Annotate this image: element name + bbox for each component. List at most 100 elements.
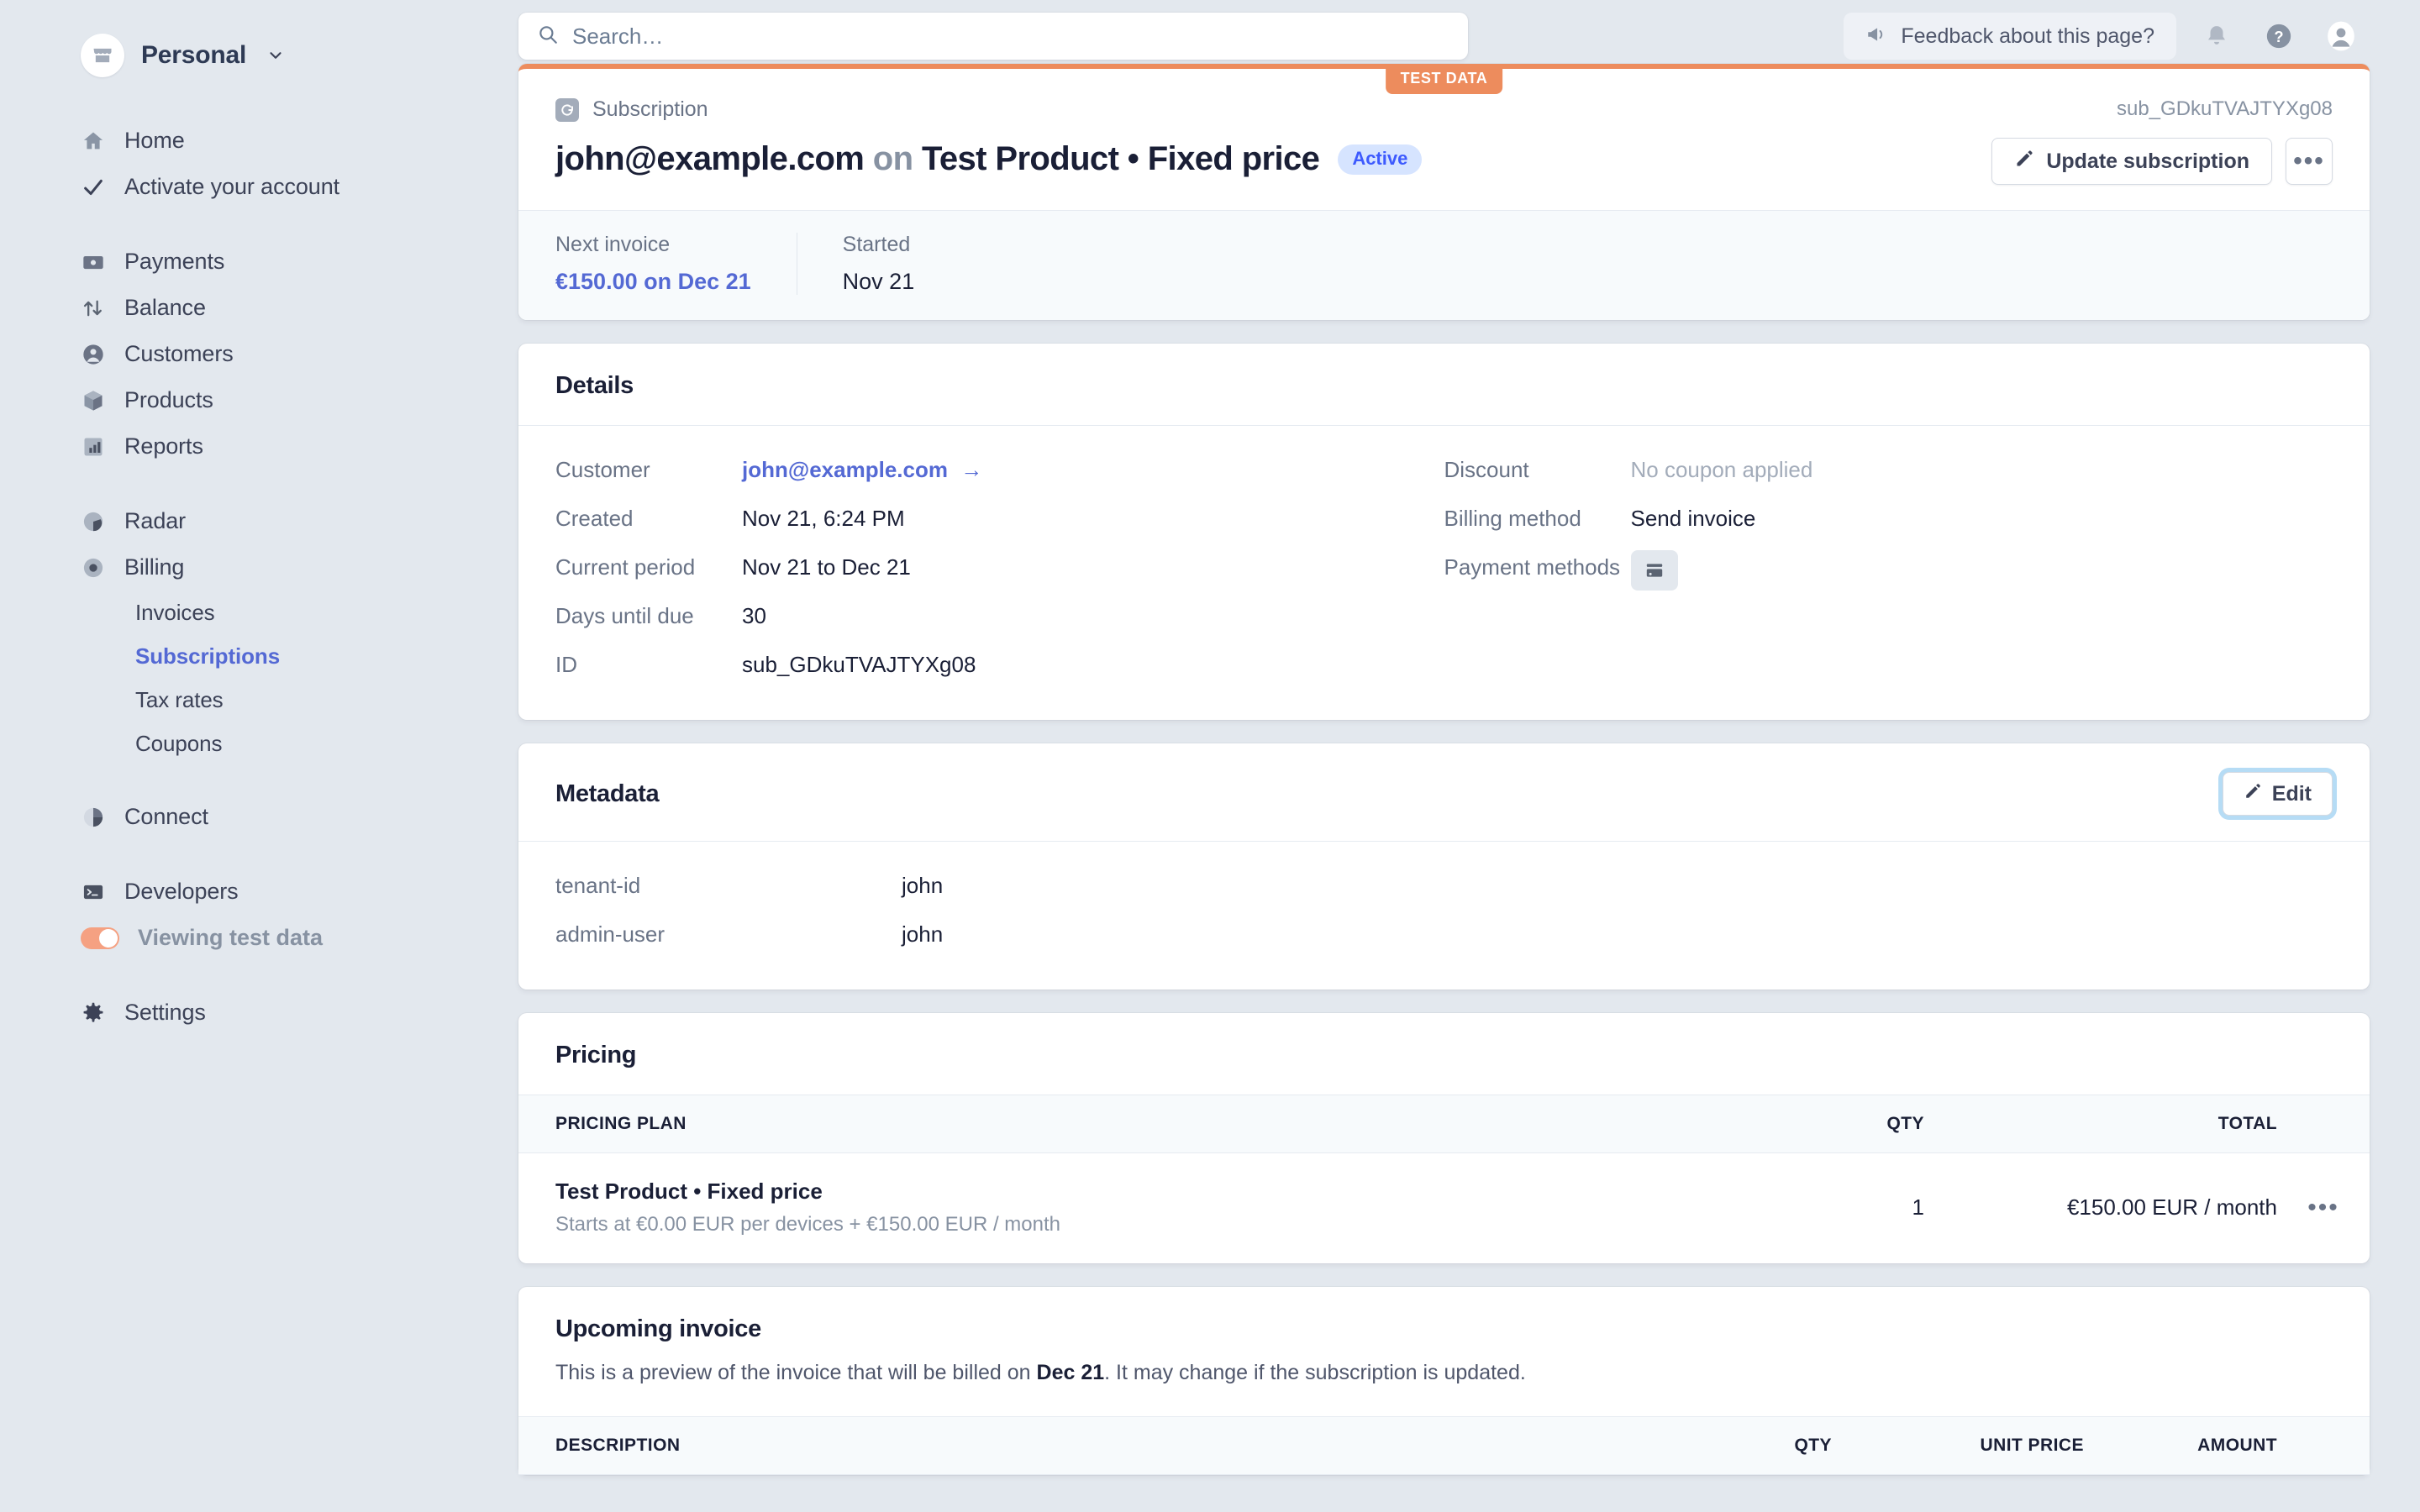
pricing-row-actions-cell: •••	[2277, 1153, 2370, 1264]
upcoming-invoice-title: Upcoming invoice	[555, 1315, 761, 1342]
table-row[interactable]: Test Product • Fixed price Starts at €0.…	[518, 1153, 2370, 1264]
nav-group-core: Payments Balance Customers Products Repo…	[0, 239, 510, 470]
sidebar-subitem-label: Invoices	[135, 599, 215, 625]
reports-icon	[81, 434, 106, 459]
sidebar-item-radar[interactable]: Radar	[0, 498, 510, 544]
balance-icon	[81, 296, 106, 321]
sidebar-item-reports[interactable]: Reports	[0, 423, 510, 470]
search-input[interactable]	[572, 23, 1449, 50]
store-logo-icon	[81, 34, 124, 77]
sidebar-item-coupons[interactable]: Coupons	[0, 722, 510, 765]
detail-value-id: sub_GDkuTVAJTYXg08	[742, 652, 976, 677]
sidebar-item-payments[interactable]: Payments	[0, 239, 510, 285]
upcoming-invoice-table: DESCRIPTION QTY UNIT PRICE AMOUNT	[518, 1416, 2370, 1475]
upcoming-invoice-header: Upcoming invoice This is a preview of th…	[518, 1287, 2370, 1416]
upcoming-invoice-description: This is a preview of the invoice that wi…	[555, 1358, 2333, 1388]
sidebar-item-label: Home	[124, 128, 185, 153]
search-icon	[537, 24, 559, 50]
detail-label: Payment methods	[1444, 554, 1621, 580]
toggle-switch[interactable]	[81, 927, 119, 949]
customer-link-text: john@example.com	[742, 457, 948, 482]
nav-group-general: Home Activate your account	[0, 118, 510, 210]
subscription-cycle-icon	[555, 97, 579, 122]
object-type-label: Subscription	[592, 97, 708, 121]
details-header: Details	[518, 344, 2370, 425]
account-avatar[interactable]	[2319, 14, 2363, 58]
column-header-total: TOTAL	[1924, 1095, 2277, 1153]
sidebar-item-products[interactable]: Products	[0, 377, 510, 423]
sidebar-item-label: Reports	[124, 433, 203, 459]
subscription-header-card: TEST DATA Subscription john@example.com …	[518, 64, 2370, 320]
pricing-card: Pricing PRICING PLAN QTY TOTAL Test Prod…	[518, 1013, 2370, 1263]
detail-value-billing-method: Send invoice	[1630, 506, 1756, 531]
sidebar-item-balance[interactable]: Balance	[0, 285, 510, 331]
pricing-title: Pricing	[555, 1042, 637, 1068]
topbar-actions: Feedback about this page? ?	[1844, 13, 2370, 60]
detail-label: ID	[555, 652, 577, 677]
sidebar-item-label: Balance	[124, 295, 206, 320]
sidebar-item-settings[interactable]: Settings	[0, 990, 510, 1036]
sidebar-item-subscriptions[interactable]: Subscriptions	[0, 634, 510, 678]
connect-icon	[81, 805, 106, 830]
feedback-button[interactable]: Feedback about this page?	[1844, 13, 2176, 60]
stat-label: Next invoice	[555, 233, 671, 256]
metadata-edit-button[interactable]: Edit	[2222, 772, 2333, 816]
stat-value[interactable]: €150.00 on Dec 21	[555, 269, 751, 295]
credit-card-icon[interactable]	[1630, 550, 1678, 591]
viewing-test-data-toggle[interactable]: Viewing test data	[0, 915, 510, 961]
help-icon[interactable]: ?	[2257, 14, 2301, 58]
ellipsis-icon[interactable]: •••	[2307, 1194, 2339, 1221]
radar-icon	[81, 509, 106, 534]
detail-label: Customer	[555, 457, 650, 482]
sidebar-item-label: Products	[124, 387, 213, 412]
upcoming-invoice-card: Upcoming invoice This is a preview of th…	[518, 1287, 2370, 1475]
sidebar-item-developers[interactable]: Developers	[0, 869, 510, 915]
sidebar-item-activate-your-account[interactable]: Activate your account	[0, 164, 510, 210]
app-root: Personal Home Activate your account Paym…	[0, 0, 2420, 1512]
metadata-value: john	[902, 921, 944, 947]
detail-label: Discount	[1444, 457, 1529, 482]
pricing-qty-cell: 1	[1912, 1194, 1924, 1220]
header-actions: Update subscription •••	[1991, 138, 2333, 185]
detail-label: Current period	[555, 554, 696, 580]
header-top-row: Subscription john@example.com on Test Pr…	[555, 97, 2333, 185]
header-stats: Next invoice €150.00 on Dec 21 Started N…	[518, 210, 2370, 320]
column-header-pricing-plan: PRICING PLAN	[518, 1095, 1706, 1153]
detail-value-customer[interactable]: john@example.com →	[742, 451, 1444, 488]
metadata-card: Metadata Edit tenant-id john admin-user …	[518, 743, 2370, 990]
nav-group-billing: Radar Billing Invoices Subscriptions Tax…	[0, 498, 510, 765]
detail-label: Days until due	[555, 603, 694, 628]
sidebar-item-customers[interactable]: Customers	[0, 331, 510, 377]
pricing-header: Pricing	[518, 1013, 2370, 1095]
sidebar-item-billing[interactable]: Billing	[0, 544, 510, 591]
search-box[interactable]	[518, 13, 1468, 60]
header-overflow-button[interactable]: •••	[2286, 138, 2333, 185]
update-subscription-button[interactable]: Update subscription	[1991, 138, 2272, 185]
pricing-table-header-row: PRICING PLAN QTY TOTAL	[518, 1095, 2370, 1153]
sidebar-item-home[interactable]: Home	[0, 118, 510, 164]
metadata-key: admin-user	[555, 921, 666, 947]
pricing-plan-name: Test Product • Fixed price	[555, 1179, 823, 1204]
sidebar-item-tax-rates[interactable]: Tax rates	[0, 678, 510, 722]
metadata-header: Metadata Edit	[518, 743, 2370, 841]
bell-icon[interactable]	[2195, 14, 2238, 58]
title-connector: on	[872, 140, 913, 177]
sidebar-item-label: Settings	[124, 1000, 206, 1025]
home-icon	[81, 129, 106, 154]
detail-value-current-period: Nov 21 to Dec 21	[742, 554, 911, 580]
developers-icon	[81, 879, 106, 905]
sidebar-item-label: Radar	[124, 508, 187, 533]
sidebar-subitem-label: Subscriptions	[135, 643, 281, 669]
metadata-value: john	[902, 873, 944, 898]
account-switcher[interactable]: Personal	[0, 32, 510, 79]
billing-icon	[81, 555, 106, 580]
metadata-key: tenant-id	[555, 873, 641, 898]
sidebar-item-connect[interactable]: Connect	[0, 794, 510, 840]
sidebar-item-invoices[interactable]: Invoices	[0, 591, 510, 634]
sidebar-item-label: Payments	[124, 249, 225, 274]
sidebar: Personal Home Activate your account Paym…	[0, 0, 510, 1512]
nav-group-connect: Connect	[0, 794, 510, 840]
column-header-qty: QTY	[1613, 1416, 1832, 1475]
sidebar-item-label: Activate your account	[124, 174, 340, 199]
nav-group-developers: Developers Viewing test data	[0, 869, 510, 961]
